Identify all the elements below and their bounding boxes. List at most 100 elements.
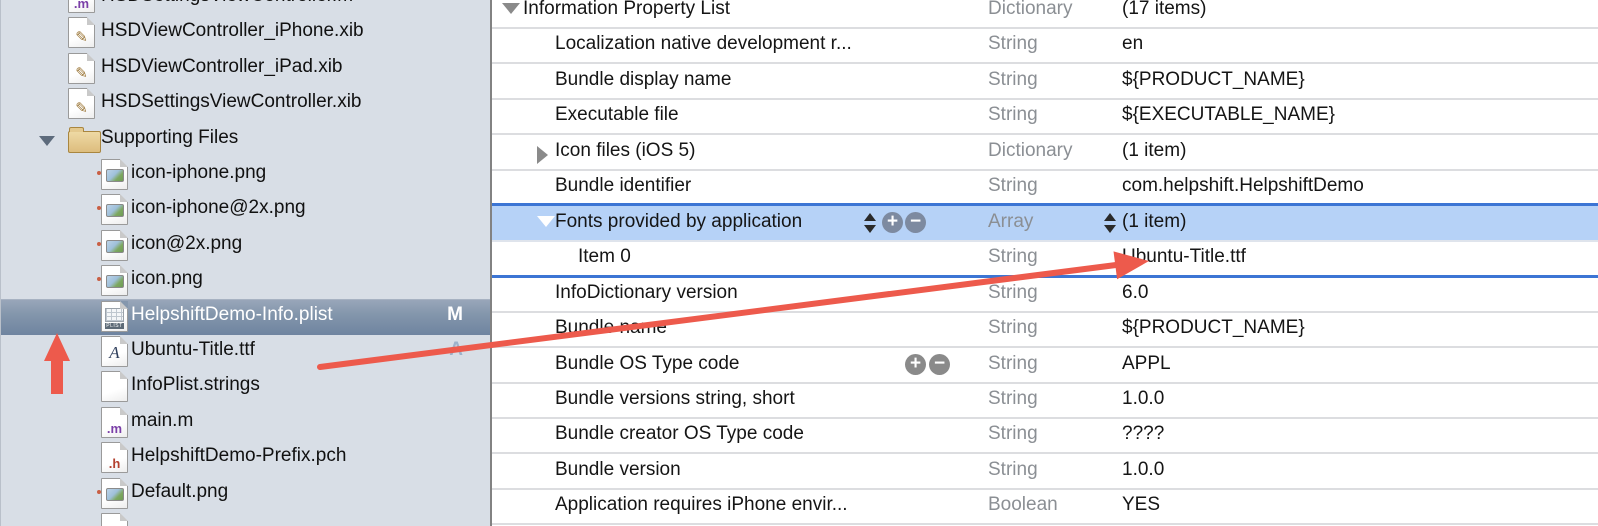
plist-key-label: Bundle creator OS Type code <box>555 423 804 445</box>
plist-row-localization-native-development-r[interactable]: Localization native development r... Str… <box>492 27 1598 64</box>
plist-type-label[interactable]: String <box>988 69 1038 91</box>
sidebar-item-blank[interactable] <box>1 511 491 526</box>
disclosure-triangle-icon[interactable] <box>537 146 548 164</box>
plist-row-bundle-versions-string-short[interactable]: Bundle versions string, short String 1.0… <box>492 382 1598 419</box>
plist-type-label[interactable]: Dictionary <box>988 0 1072 20</box>
plist-row-item-0[interactable]: Item 0 String Ubuntu-Title.ttf <box>492 240 1598 277</box>
plist-type-label[interactable]: Dictionary <box>988 140 1072 162</box>
plist-type-label[interactable]: Array <box>988 211 1033 233</box>
type-stepper[interactable] <box>1103 213 1117 233</box>
sidebar-item-helpshiftdemo-prefix-pch[interactable]: .h HelpshiftDemo-Prefix.pch <box>1 440 491 476</box>
sidebar-item-icon-png[interactable]: icon.png <box>1 263 491 299</box>
plist-value-label[interactable]: 6.0 <box>1122 282 1148 304</box>
reorder-stepper[interactable] <box>863 213 877 233</box>
disclosure-triangle-icon[interactable] <box>39 136 55 146</box>
plist-key-label: InfoDictionary version <box>555 282 738 304</box>
plist-value-label[interactable]: ${PRODUCT_NAME} <box>1122 69 1305 91</box>
xib-file-icon: ✎ <box>68 17 95 48</box>
add-row-button[interactable]: + <box>882 212 903 233</box>
xcode-window: .m HSDSettingsViewController.m ✎ HSDView… <box>0 0 1598 526</box>
plist-type-label[interactable]: String <box>988 353 1038 375</box>
plist-type-label[interactable]: String <box>988 282 1038 304</box>
font-file-icon: A <box>101 336 128 367</box>
plist-key-label: Bundle identifier <box>555 175 691 197</box>
plist-key-label: Bundle version <box>555 459 681 481</box>
folder-icon <box>68 131 101 153</box>
plist-row-bundle-creator-os-type-code[interactable]: Bundle creator OS Type code String ???? <box>492 417 1598 454</box>
plist-row-bundle-identifier[interactable]: Bundle identifier String com.helpshift.H… <box>492 169 1598 206</box>
sidebar-item-icon-2x-png[interactable]: icon@2x.png <box>1 228 491 264</box>
sidebar-item-icon-iphone-2x-png[interactable]: icon-iphone@2x.png <box>1 192 491 228</box>
sidebar-item-icon-iphone-png[interactable]: icon-iphone.png <box>1 157 491 193</box>
plist-value-label[interactable]: 1.0.0 <box>1122 459 1164 481</box>
plist-value-label[interactable]: 1.0.0 <box>1122 388 1164 410</box>
plist-key-label: Bundle display name <box>555 69 731 91</box>
image-file-icon <box>101 159 128 190</box>
image-file-icon <box>101 265 128 296</box>
sidebar-item-ubuntu-title-ttf[interactable]: A Ubuntu-Title.ttf A <box>1 334 491 370</box>
plist-type-label[interactable]: String <box>988 104 1038 126</box>
plist-key-label: Item 0 <box>578 246 631 268</box>
remove-row-button[interactable]: − <box>905 212 926 233</box>
plist-value-label[interactable]: com.helpshift.HelpshiftDemo <box>1122 175 1364 197</box>
sidebar-item-hsdsettingsviewcontroller-m[interactable]: .m HSDSettingsViewController.m <box>1 0 491 16</box>
plist-type-label[interactable]: String <box>988 175 1038 197</box>
sidebar-item-label: InfoPlist.strings <box>131 374 260 396</box>
plist-row-fonts-provided-by-application[interactable]: Fonts provided by application Array (1 i… <box>492 205 1598 242</box>
sidebar-item-label: HSDSettingsViewController.xib <box>101 91 362 113</box>
plist-row-executable-file[interactable]: Executable file String ${EXECUTABLE_NAME… <box>492 98 1598 135</box>
remove-row-button[interactable]: − <box>929 354 950 375</box>
plist-row-infodictionary-version[interactable]: InfoDictionary version String 6.0 <box>492 276 1598 313</box>
plist-key-label: Icon files (iOS 5) <box>555 140 695 162</box>
plist-key-label: Bundle name <box>555 317 667 339</box>
xib-file-icon: ✎ <box>68 88 95 119</box>
plist-row-bundle-os-type-code[interactable]: Bundle OS Type code String APPL +− <box>492 347 1598 384</box>
disclosure-triangle-icon[interactable] <box>502 3 520 14</box>
strings-file-icon <box>101 371 128 402</box>
plist-key-label: Application requires iPhone envir... <box>555 494 848 516</box>
document-icon <box>101 513 128 526</box>
plist-type-label[interactable]: String <box>988 388 1038 410</box>
plist-row-bundle-display-name[interactable]: Bundle display name String ${PRODUCT_NAM… <box>492 63 1598 100</box>
sidebar-item-helpshiftdemo-info-plist[interactable]: PLIST HelpshiftDemo-Info.plist M <box>1 299 491 335</box>
plist-row-bundle-name[interactable]: Bundle name String ${PRODUCT_NAME} <box>492 311 1598 348</box>
plist-value-label[interactable]: Ubuntu-Title.ttf <box>1122 246 1246 268</box>
plist-value-label[interactable]: (1 item) <box>1122 140 1186 162</box>
sidebar-item-hsdsettingsviewcontroller-xib[interactable]: ✎ HSDSettingsViewController.xib <box>1 86 491 122</box>
plist-value-label[interactable]: APPL <box>1122 353 1171 375</box>
sidebar-item-label: Ubuntu-Title.ttf <box>131 339 255 361</box>
sidebar-item-label: HSDSettingsViewController.m <box>101 0 353 7</box>
plist-type-label[interactable]: Boolean <box>988 494 1058 516</box>
plist-key-label: Information Property List <box>523 0 730 20</box>
disclosure-triangle-icon[interactable] <box>537 216 555 227</box>
sidebar-item-default-png[interactable]: Default.png <box>1 476 491 512</box>
source-control-status-badge: M <box>447 304 463 326</box>
sidebar-item-supporting-files[interactable]: Supporting Files <box>1 122 491 158</box>
plist-row-icon-files-ios-5[interactable]: Icon files (iOS 5) Dictionary (1 item) <box>492 134 1598 171</box>
plist-type-label[interactable]: String <box>988 459 1038 481</box>
plist-value-label[interactable]: ${EXECUTABLE_NAME} <box>1122 104 1335 126</box>
plist-type-label[interactable]: String <box>988 317 1038 339</box>
plist-value-label[interactable]: (17 items) <box>1122 0 1206 20</box>
plist-row-information-property-list[interactable]: Information Property List Dictionary (17… <box>492 0 1598 29</box>
plist-type-label[interactable]: String <box>988 423 1038 445</box>
objc-file-icon: .m <box>101 407 128 438</box>
sidebar-item-infoplist-strings[interactable]: InfoPlist.strings <box>1 369 491 405</box>
plist-value-label[interactable]: (1 item) <box>1122 211 1186 233</box>
plist-type-label[interactable]: String <box>988 246 1038 268</box>
sidebar-item-label: HelpshiftDemo-Info.plist <box>131 304 333 326</box>
plist-value-label[interactable]: en <box>1122 33 1143 55</box>
sidebar-item-main-m[interactable]: .m main.m <box>1 405 491 441</box>
source-control-status-badge: A <box>449 339 463 361</box>
sidebar-item-hsdviewcontroller-ipad-xib[interactable]: ✎ HSDViewController_iPad.xib <box>1 51 491 87</box>
add-row-button[interactable]: + <box>905 354 926 375</box>
plist-type-label[interactable]: String <box>988 33 1038 55</box>
plist-row-application-requires-iphone-envir[interactable]: Application requires iPhone envir... Boo… <box>492 488 1598 525</box>
plist-row-bundle-version[interactable]: Bundle version String 1.0.0 <box>492 453 1598 490</box>
plist-value-label[interactable]: ???? <box>1122 423 1164 445</box>
plist-key-label: Localization native development r... <box>555 33 852 55</box>
sidebar-item-label: icon@2x.png <box>131 233 242 255</box>
sidebar-item-hsdviewcontroller-iphone-xib[interactable]: ✎ HSDViewController_iPhone.xib <box>1 15 491 51</box>
plist-value-label[interactable]: YES <box>1122 494 1160 516</box>
plist-value-label[interactable]: ${PRODUCT_NAME} <box>1122 317 1305 339</box>
